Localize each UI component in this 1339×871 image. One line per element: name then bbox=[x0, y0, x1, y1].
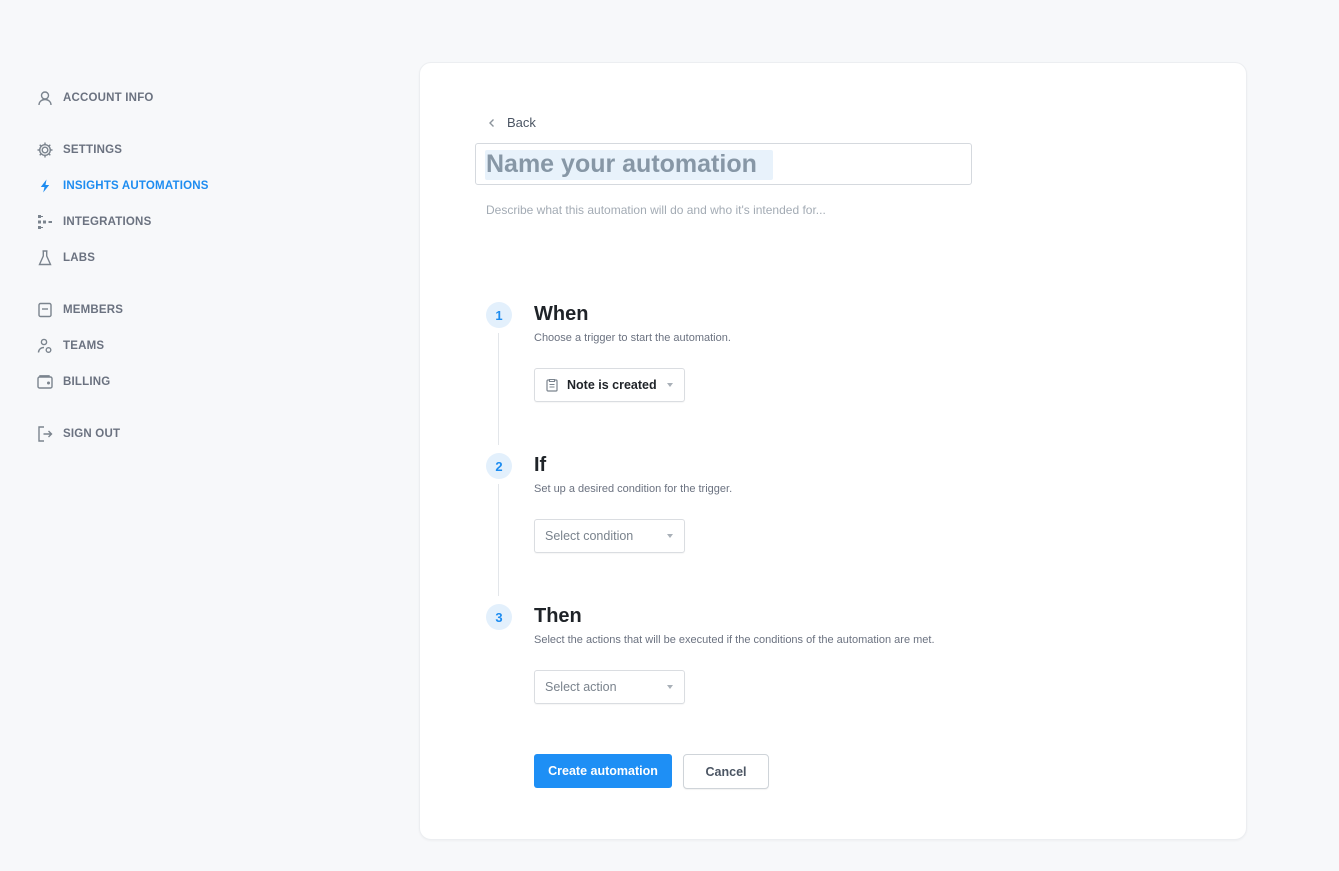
sidebar-item-teams[interactable]: TEAMS bbox=[36, 336, 104, 356]
step-title: Then bbox=[534, 605, 582, 627]
automation-name-input[interactable] bbox=[486, 149, 966, 179]
integrations-icon bbox=[36, 213, 54, 231]
step-subtitle: Choose a trigger to start the automation… bbox=[534, 332, 731, 344]
members-icon bbox=[36, 301, 54, 319]
sidebar-item-label: BILLING bbox=[63, 376, 111, 388]
sidebar-item-labs[interactable]: LABS bbox=[36, 248, 95, 268]
chevron-left-icon bbox=[489, 118, 494, 127]
action-dropdown[interactable]: Select action bbox=[534, 670, 685, 704]
sign-out-icon bbox=[36, 425, 54, 443]
sidebar-item-insights-automations[interactable]: INSIGHTS AUTOMATIONS bbox=[36, 176, 209, 196]
sidebar-item-sign-out[interactable]: SIGN OUT bbox=[36, 424, 120, 444]
bolt-icon bbox=[36, 177, 54, 195]
create-automation-button[interactable]: Create automation bbox=[534, 754, 672, 788]
automation-description-input[interactable] bbox=[486, 201, 986, 219]
step-title: When bbox=[534, 303, 589, 325]
step-title: If bbox=[534, 454, 547, 476]
sidebar-item-label: SETTINGS bbox=[63, 144, 123, 156]
wallet-icon bbox=[36, 373, 54, 391]
cancel-button[interactable]: Cancel bbox=[683, 754, 769, 789]
condition-dropdown[interactable]: Select condition bbox=[534, 519, 685, 553]
sidebar-item-label: SIGN OUT bbox=[63, 428, 121, 440]
user-icon bbox=[36, 89, 54, 107]
step-subtitle: Set up a desired condition for the trigg… bbox=[534, 483, 733, 495]
sidebar-item-label: ACCOUNT INFO bbox=[63, 92, 154, 104]
trigger-dropdown[interactable]: Note is created bbox=[534, 368, 685, 402]
sidebar-item-label: MEMBERS bbox=[63, 304, 124, 316]
sidebar: ACCOUNT INFO SETTINGS INSIGHTS AUTOMATIO… bbox=[0, 0, 300, 871]
sidebar-item-billing[interactable]: BILLING bbox=[36, 372, 110, 392]
step-number-badge: 1 bbox=[486, 302, 512, 328]
sidebar-item-account-info[interactable]: ACCOUNT INFO bbox=[36, 88, 154, 108]
chevron-down-icon bbox=[667, 383, 673, 387]
automation-form-card: Back 1 When Choose a trigger to start th… bbox=[419, 62, 1247, 840]
teams-icon bbox=[36, 337, 54, 355]
step-number-badge: 2 bbox=[486, 453, 512, 479]
step-subtitle: Select the actions that will be executed… bbox=[534, 634, 935, 646]
sidebar-item-integrations[interactable]: INTEGRATIONS bbox=[36, 212, 151, 232]
sidebar-item-settings[interactable]: SETTINGS bbox=[36, 140, 122, 160]
flask-icon bbox=[36, 249, 54, 267]
condition-dropdown-value: Select condition bbox=[545, 529, 634, 543]
back-link[interactable]: Back bbox=[486, 115, 536, 130]
back-label: Back bbox=[507, 115, 536, 130]
automation-name-field bbox=[475, 143, 972, 185]
chevron-down-icon bbox=[667, 534, 673, 538]
sidebar-item-members[interactable]: MEMBERS bbox=[36, 300, 123, 320]
trigger-dropdown-value: Note is created bbox=[567, 378, 657, 392]
sidebar-item-label: INSIGHTS AUTOMATIONS bbox=[63, 180, 209, 192]
sidebar-item-label: TEAMS bbox=[63, 340, 105, 352]
sidebar-item-label: INTEGRATIONS bbox=[63, 216, 152, 228]
step-connector bbox=[498, 333, 499, 445]
note-icon bbox=[546, 378, 558, 392]
sidebar-item-label: LABS bbox=[63, 252, 96, 264]
chevron-down-icon bbox=[667, 685, 673, 689]
step-connector bbox=[498, 484, 499, 596]
action-dropdown-value: Select action bbox=[545, 680, 617, 694]
step-number-badge: 3 bbox=[486, 604, 512, 630]
gear-icon bbox=[36, 141, 54, 159]
